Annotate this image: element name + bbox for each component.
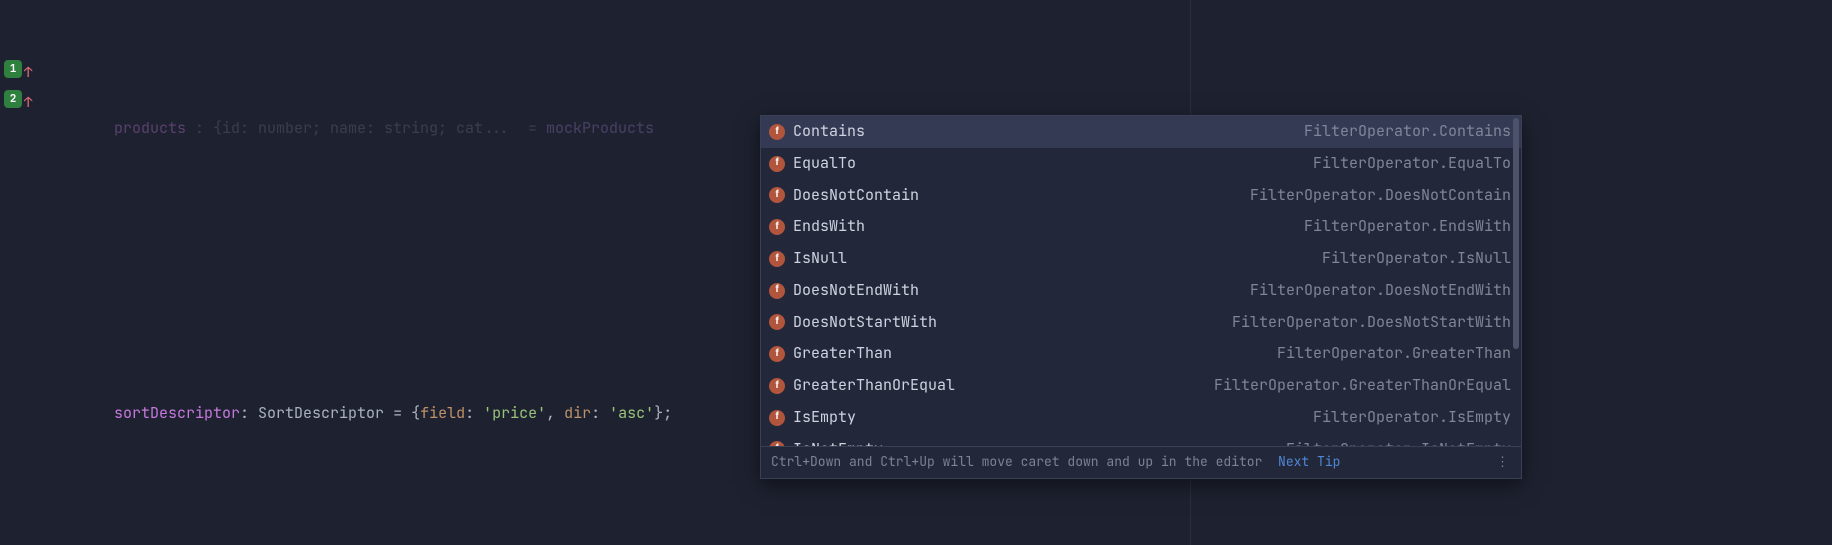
- completion-footer: Ctrl+Down and Ctrl+Up will move caret do…: [761, 446, 1521, 478]
- punctuation: ,: [546, 403, 564, 423]
- more-icon[interactable]: ⋮: [1496, 450, 1511, 475]
- completion-item[interactable]: f IsNotEmpty FilterOperator.IsNotEmpty: [761, 434, 1521, 447]
- completion-item-detail: FilterOperator.DoesNotStartWith: [1232, 309, 1511, 337]
- punctuation: };: [654, 403, 672, 423]
- string-literal: 'asc': [609, 403, 654, 423]
- completion-item[interactable]: f DoesNotContain FilterOperator.DoesNotCon…: [761, 180, 1521, 212]
- completion-item[interactable]: f EndsWith FilterOperator.EndsWith: [761, 211, 1521, 243]
- field-icon: f: [769, 219, 785, 235]
- completion-item-detail: FilterOperator.IsEmpty: [1313, 404, 1511, 432]
- completion-item-detail: FilterOperator.GreaterThan: [1277, 340, 1511, 368]
- identifier: mockProducts: [546, 118, 654, 138]
- field-icon: f: [769, 156, 785, 172]
- completion-list[interactable]: f Contains FilterOperator.Contains f EqualTo…: [761, 116, 1521, 446]
- completion-item[interactable]: f GreaterThan FilterOperator.GreaterThan: [761, 338, 1521, 370]
- completion-item-name: IsNotEmpty: [793, 436, 883, 447]
- completion-item-detail: FilterOperator.EndsWith: [1304, 213, 1511, 241]
- completion-item-detail: FilterOperator.EqualTo: [1313, 150, 1511, 178]
- completion-item[interactable]: f Contains FilterOperator.Contains: [761, 116, 1521, 148]
- completion-item-detail: FilterOperator.IsNull: [1322, 245, 1511, 273]
- field-icon: f: [769, 314, 785, 330]
- punctuation: = {: [384, 403, 420, 423]
- object-key: dir: [564, 403, 591, 423]
- string-literal: 'price': [483, 403, 546, 423]
- completion-item-detail: FilterOperator.Contains: [1304, 118, 1511, 146]
- type-ref: SortDescriptor: [258, 403, 384, 423]
- punctuation: :: [591, 403, 609, 423]
- completion-item-name: DoesNotStartWith: [793, 309, 937, 337]
- completion-item-name: DoesNotEndWith: [793, 277, 919, 305]
- completion-item-detail: FilterOperator.DoesNotEndWith: [1250, 277, 1511, 305]
- completion-tip-text: Ctrl+Down and Ctrl+Up will move caret do…: [771, 453, 1262, 470]
- field-icon: f: [769, 124, 785, 140]
- completion-item-name: IsNull: [793, 245, 847, 273]
- completion-item-name: EqualTo: [793, 150, 856, 178]
- arrow-up-icon: ↑: [24, 60, 32, 87]
- completion-item-name: GreaterThan: [793, 340, 892, 368]
- completion-item-detail: FilterOperator.GreaterThanOrEqual: [1214, 372, 1511, 400]
- object-key: field: [420, 403, 465, 423]
- next-tip-link[interactable]: Next Tip: [1278, 453, 1340, 470]
- completion-item-name: IsEmpty: [793, 404, 856, 432]
- scrollbar-thumb[interactable]: [1513, 118, 1519, 349]
- code-editor[interactable]: 1 ↑ 2 ↑ products : {id: number; name: st…: [0, 0, 1832, 545]
- type-hint: : {id: number; name: string; cat... =: [186, 118, 546, 138]
- completion-item[interactable]: f DoesNotEndWith FilterOperator.DoesNotEnd…: [761, 275, 1521, 307]
- field-icon: f: [769, 346, 785, 362]
- field-icon: f: [769, 251, 785, 267]
- property-name: products: [114, 118, 186, 138]
- completion-item[interactable]: f GreaterThanOrEqual FilterOperator.Greate…: [761, 370, 1521, 402]
- field-icon: f: [769, 283, 785, 299]
- completion-item-detail: FilterOperator.DoesNotContain: [1250, 182, 1511, 210]
- arrow-up-icon: ↑: [24, 90, 32, 117]
- completion-item[interactable]: f IsNull FilterOperator.IsNull: [761, 243, 1521, 275]
- punctuation: :: [240, 403, 258, 423]
- completion-item-name: Contains: [793, 118, 865, 146]
- field-icon: f: [769, 187, 785, 203]
- field-icon: f: [769, 441, 785, 446]
- completion-item-name: GreaterThanOrEqual: [793, 372, 955, 400]
- completion-item-detail: FilterOperator.IsNotEmpty: [1286, 436, 1511, 447]
- completion-item[interactable]: f EqualTo FilterOperator.EqualTo: [761, 148, 1521, 180]
- completion-item[interactable]: f DoesNotStartWith FilterOperator.DoesNotS…: [761, 307, 1521, 339]
- gutter: 1 ↑ 2 ↑: [0, 0, 50, 545]
- completion-item-name: DoesNotContain: [793, 182, 919, 210]
- code-completion-popup[interactable]: f Contains FilterOperator.Contains f EqualTo…: [760, 115, 1522, 479]
- field-icon: f: [769, 410, 785, 426]
- completion-item-name: EndsWith: [793, 213, 865, 241]
- vcs-change-marker[interactable]: 1: [4, 60, 22, 78]
- field-icon: f: [769, 378, 785, 394]
- completion-item[interactable]: f IsEmpty FilterOperator.IsEmpty: [761, 402, 1521, 434]
- punctuation: :: [465, 403, 483, 423]
- property-name: sortDescriptor: [114, 403, 240, 423]
- vcs-change-marker[interactable]: 2: [4, 90, 22, 108]
